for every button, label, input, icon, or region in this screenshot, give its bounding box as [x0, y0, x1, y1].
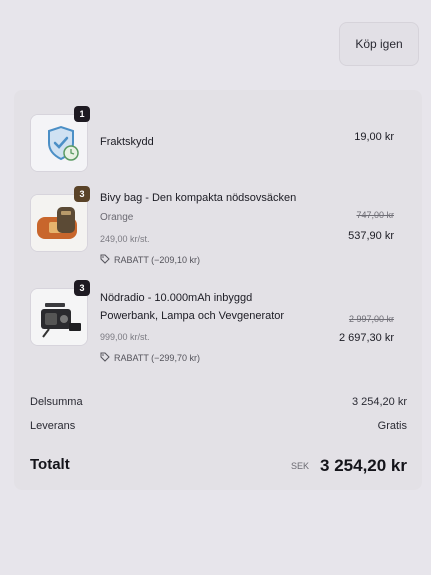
item-price: 19,00 kr [354, 131, 394, 143]
buy-again-button[interactable]: Köp igen [339, 22, 419, 66]
product-image [30, 288, 88, 346]
subtotal-value: 3 254,20 kr [351, 396, 407, 408]
item-title: Nödradio - 10.000mAh inbyggd [100, 292, 253, 304]
total-row: Totalt SEK 3 254,20 kr [30, 456, 407, 475]
subtotal-label: Delsumma [30, 396, 83, 408]
bivy-bag-icon [31, 195, 87, 251]
order-header: Köp igen [0, 0, 431, 80]
item-title: Bivy bag - Den kompakta nödsovsäcken [100, 192, 297, 204]
subtotal-row: Delsumma 3 254,20 kr [30, 396, 407, 408]
product-image [30, 194, 88, 252]
total-value: 3 254,20 kr [320, 456, 407, 475]
currency-code: SEK [290, 461, 309, 471]
tag-icon [100, 254, 110, 264]
quantity-badge: 3 [74, 280, 90, 296]
discount-text: RABATT (−209,10 kr) [114, 255, 200, 265]
original-price: 747,00 kr [356, 210, 394, 220]
shield-clock-icon [31, 115, 87, 171]
item-price: 2 697,30 kr [338, 332, 394, 344]
item-price: 537,90 kr [348, 230, 394, 242]
radio-icon [31, 289, 87, 345]
unit-price: 999,00 kr/st. [100, 332, 150, 342]
discount-label: RABATT (−209,10 kr) [100, 254, 200, 265]
quantity-badge: 1 [74, 106, 90, 122]
item-title: Fraktskydd [100, 136, 154, 148]
discount-label: RABATT (−299,70 kr) [100, 352, 200, 363]
item-variant: Orange [100, 212, 134, 223]
product-image [30, 114, 88, 172]
unit-price: 249,00 kr/st. [100, 234, 150, 244]
original-price: 2 997,00 kr [348, 314, 394, 324]
total-label: Totalt [30, 456, 70, 473]
shipping-row: Leverans Gratis [30, 420, 407, 432]
shipping-label: Leverans [30, 420, 76, 432]
item-title-line-2: Powerbank, Lampa och Vevgenerator [100, 310, 285, 322]
quantity-badge: 3 [74, 186, 90, 202]
discount-text: RABATT (−299,70 kr) [114, 353, 200, 363]
tag-icon [100, 352, 110, 362]
shipping-value: Gratis [377, 420, 407, 432]
